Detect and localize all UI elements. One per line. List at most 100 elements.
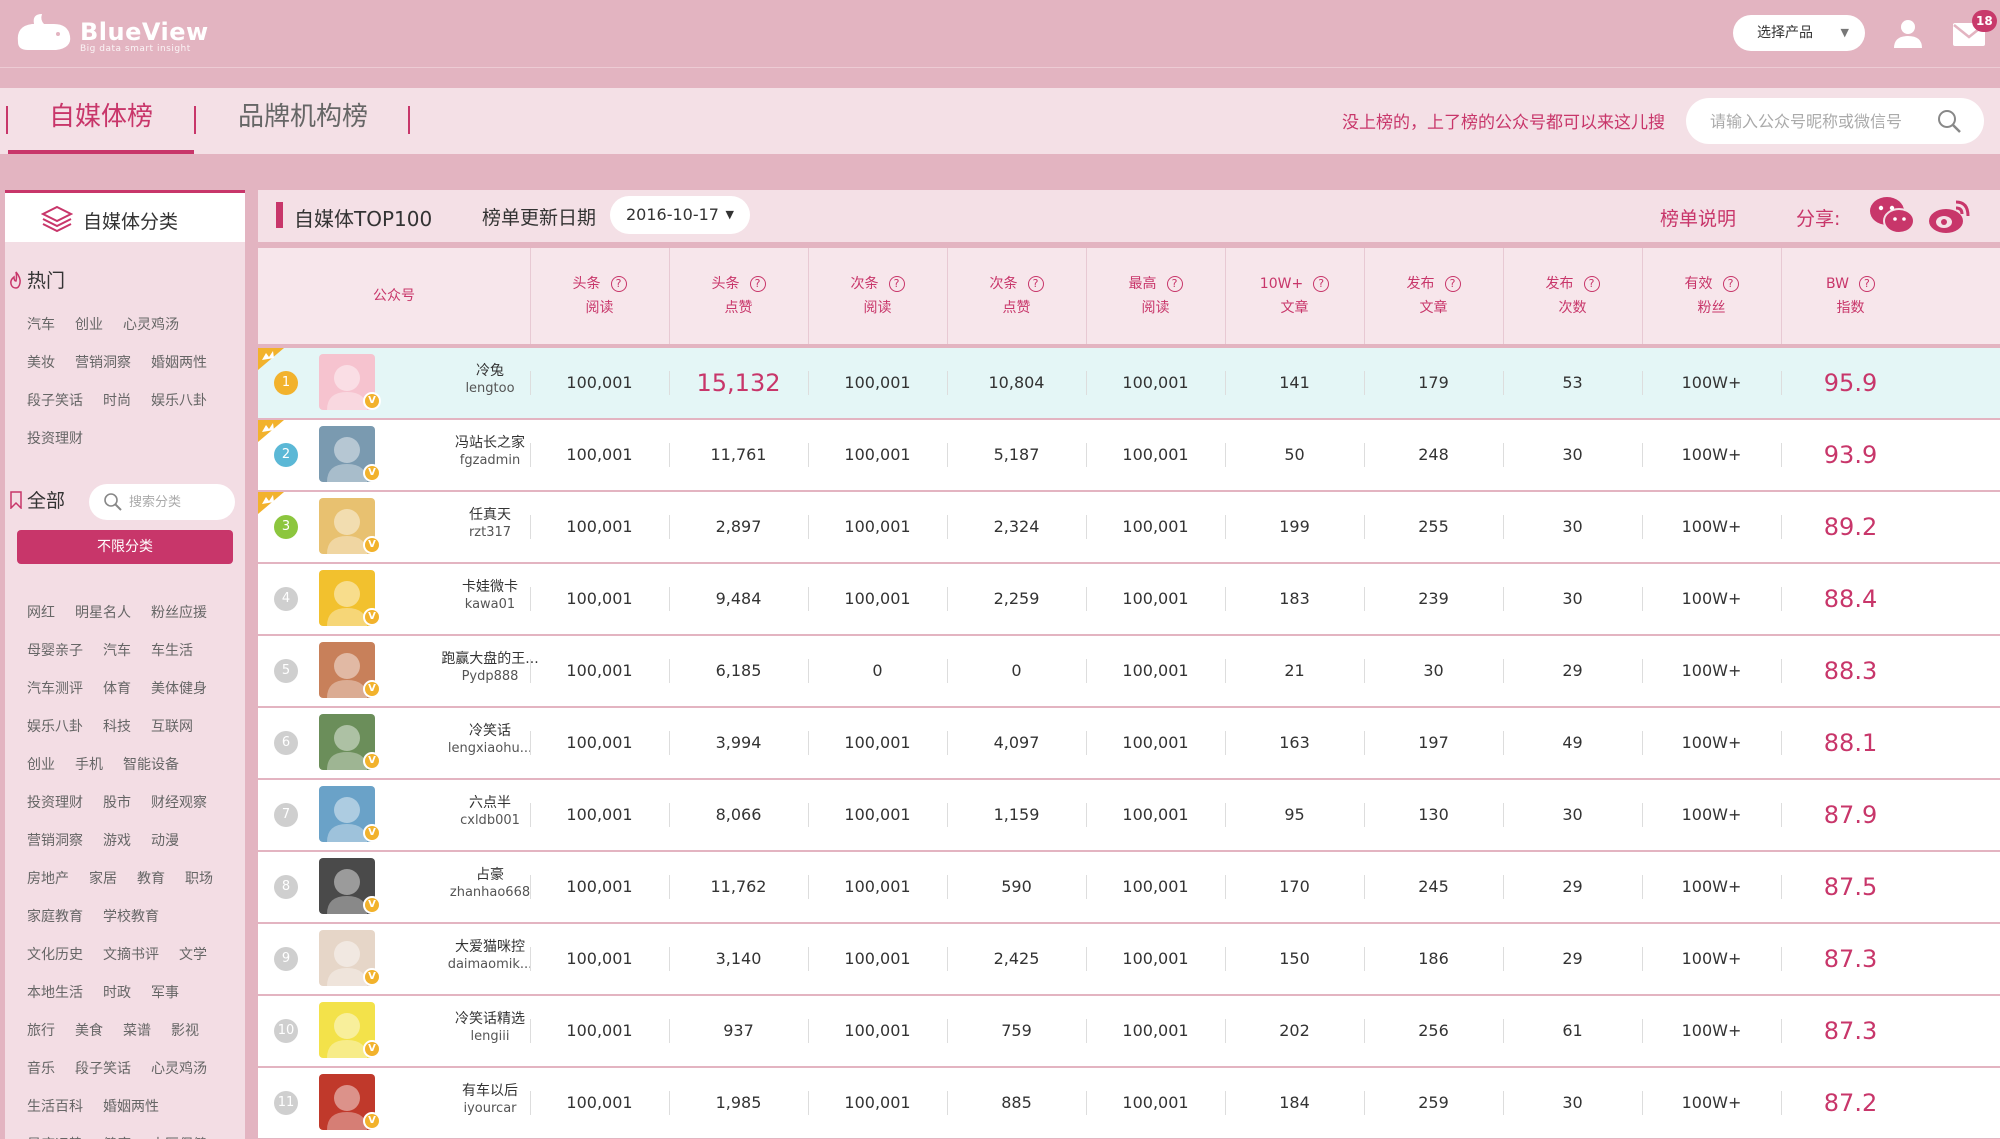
category-search[interactable]	[89, 484, 235, 520]
tag-item[interactable]: 车生活	[151, 643, 193, 659]
table-row[interactable]: 10 V 冷笑话精选 lengiii 100,001 937 100,001 759 100,0…	[258, 996, 2000, 1066]
help-icon[interactable]: ?	[610, 276, 627, 292]
bw-index-cell: 87.9	[1823, 801, 1878, 829]
tag-item[interactable]: 家庭教育	[27, 909, 83, 925]
column-header[interactable]: 头条? 点赞	[669, 248, 808, 344]
category-search-input[interactable]	[129, 492, 229, 512]
tab-self-media[interactable]: 自媒体榜	[8, 88, 194, 154]
tag-item[interactable]: 明星名人	[75, 605, 131, 621]
tab-brand-org[interactable]: 品牌机构榜	[210, 88, 396, 154]
bw-index-cell: 89.2	[1823, 513, 1878, 541]
tag-item[interactable]: 婚姻两性	[103, 1099, 159, 1115]
column-header[interactable]: 次条? 阅读	[808, 248, 947, 344]
table-row[interactable]: 4 V 卡娃微卡 kawa01 100,001 9,484 100,001 2,259 100,…	[258, 564, 2000, 634]
help-icon[interactable]: ?	[1583, 276, 1600, 292]
tag-item[interactable]: 母婴亲子	[27, 643, 83, 659]
tag-item[interactable]: 投资理财	[27, 795, 83, 811]
product-select[interactable]: 选择产品 ▼	[1733, 15, 1865, 51]
tag-item[interactable]: 创业	[75, 317, 103, 333]
tag-item[interactable]: 房地产	[27, 871, 69, 887]
column-header[interactable]: BW? 指数	[1781, 248, 1920, 344]
help-icon[interactable]: ?	[1858, 276, 1875, 292]
tag-item[interactable]: 动漫	[151, 833, 179, 849]
tag-item[interactable]: 心灵鸡汤	[151, 1061, 207, 1077]
tag-item[interactable]: 学校教育	[103, 909, 159, 925]
tag-item[interactable]: 时尚	[103, 393, 131, 409]
tag-item[interactable]: 营销洞察	[75, 355, 131, 371]
user-icon[interactable]	[1893, 18, 1923, 48]
ranking-explain-link[interactable]: 榜单说明	[1660, 204, 1736, 231]
tag-item[interactable]: 心灵鸡汤	[123, 317, 179, 333]
tag-item[interactable]: 汽车	[27, 317, 55, 333]
tag-item[interactable]: 美食	[75, 1023, 103, 1039]
help-icon[interactable]: ?	[749, 276, 766, 292]
table-row[interactable]: 5 V 跑赢大盘的王... Pydp888 100,001 6,185 0 0 100,001 2…	[258, 636, 2000, 706]
column-header[interactable]: 10W+? 文章	[1225, 248, 1364, 344]
tag-item[interactable]: 汽车	[103, 643, 131, 659]
help-icon[interactable]: ?	[888, 276, 905, 292]
table-row[interactable]: 8 V 占豪 zhanhao668 100,001 11,762 100,001 590 100…	[258, 852, 2000, 922]
column-header[interactable]: 头条? 阅读	[530, 248, 669, 344]
tag-item[interactable]: 粉丝应援	[151, 605, 207, 621]
date-select[interactable]: 2016-10-17 ▼	[610, 196, 750, 234]
tag-item[interactable]: 旅行	[27, 1023, 55, 1039]
account-search[interactable]	[1686, 98, 1984, 144]
tag-item[interactable]: 本地生活	[27, 985, 83, 1001]
account-search-input[interactable]	[1710, 108, 1930, 134]
tag-item[interactable]: 投资理财	[27, 431, 83, 447]
help-icon[interactable]: ?	[1027, 276, 1044, 292]
tag-item[interactable]: 美妆	[27, 355, 55, 371]
logo[interactable]: BlueView Big data smart insight	[14, 10, 208, 54]
tag-item[interactable]: 体育	[103, 681, 131, 697]
tag-item[interactable]: 段子笑话	[27, 393, 83, 409]
wechat-icon[interactable]	[1868, 194, 1916, 236]
tag-item[interactable]: 手机	[75, 757, 103, 773]
help-icon[interactable]: ?	[1166, 276, 1183, 292]
tag-item[interactable]: 职场	[185, 871, 213, 887]
tag-item[interactable]: 家居	[89, 871, 117, 887]
tag-item[interactable]: 音乐	[27, 1061, 55, 1077]
tag-item[interactable]: 军事	[151, 985, 179, 1001]
tag-item[interactable]: 游戏	[103, 833, 131, 849]
column-header[interactable]: 发布? 文章	[1364, 248, 1503, 344]
tag-item[interactable]: 时政	[103, 985, 131, 1001]
table-row[interactable]: 9 V 大爱猫咪控 daimaomik... 100,001 3,140 100,001 2,…	[258, 924, 2000, 994]
table-row[interactable]: 1 V 冷兔 lengtoo 100,001 15,132 100,001 10,804 100…	[258, 348, 2000, 418]
help-icon[interactable]: ?	[1313, 276, 1330, 292]
tag-item[interactable]: 营销洞察	[27, 833, 83, 849]
tag-item[interactable]: 文学	[179, 947, 207, 963]
tag-item[interactable]: 互联网	[151, 719, 193, 735]
tag-item[interactable]: 汽车测评	[27, 681, 83, 697]
tag-item[interactable]: 科技	[103, 719, 131, 735]
tag-item[interactable]: 娱乐八卦	[27, 719, 83, 735]
tag-item[interactable]: 文摘书评	[103, 947, 159, 963]
tag-item[interactable]: 网红	[27, 605, 55, 621]
tag-item[interactable]: 生活百科	[27, 1099, 83, 1115]
table-row[interactable]: 7 V 六点半 cxldb001 100,001 8,066 100,001 1,159 100…	[258, 780, 2000, 850]
weibo-icon[interactable]	[1926, 194, 1972, 236]
column-header[interactable]: 最高? 阅读	[1086, 248, 1225, 344]
tag-item[interactable]: 菜谱	[123, 1023, 151, 1039]
tag-item[interactable]: 美体健身	[151, 681, 207, 697]
tag-item[interactable]: 财经观察	[151, 795, 207, 811]
tag-item[interactable]: 教育	[137, 871, 165, 887]
tag-item[interactable]: 股市	[103, 795, 131, 811]
tag-item[interactable]: 文化历史	[27, 947, 83, 963]
table-row[interactable]: 6 V 冷笑话 lengxiaohu... 100,001 3,994 100,001 4,0…	[258, 708, 2000, 778]
table-row[interactable]: 2 V 冯站长之家 fgzadmin 100,001 11,761 100,001 5,187…	[258, 420, 2000, 490]
tag-item[interactable]: 段子笑话	[75, 1061, 131, 1077]
tag-item[interactable]: 娱乐八卦	[151, 393, 207, 409]
tag-item[interactable]: 智能设备	[123, 757, 179, 773]
unlimited-category-button[interactable]: 不限分类	[17, 530, 233, 564]
search-icon[interactable]	[1936, 108, 1962, 134]
tag-item[interactable]: 影视	[171, 1023, 199, 1039]
column-header[interactable]: 发布? 次数	[1503, 248, 1642, 344]
tag-item[interactable]: 婚姻两性	[151, 355, 207, 371]
help-icon[interactable]: ?	[1444, 276, 1461, 292]
table-row[interactable]: 3 V 任真天 rzt317 100,001 2,897 100,001 2,324 100,0…	[258, 492, 2000, 562]
table-row[interactable]: 11 V 有车以后 iyourcar 100,001 1,985 100,001 885 100…	[258, 1068, 2000, 1138]
column-header[interactable]: 有效? 粉丝	[1642, 248, 1781, 344]
tag-item[interactable]: 创业	[27, 757, 55, 773]
help-icon[interactable]: ?	[1722, 276, 1739, 292]
column-header[interactable]: 次条? 点赞	[947, 248, 1086, 344]
